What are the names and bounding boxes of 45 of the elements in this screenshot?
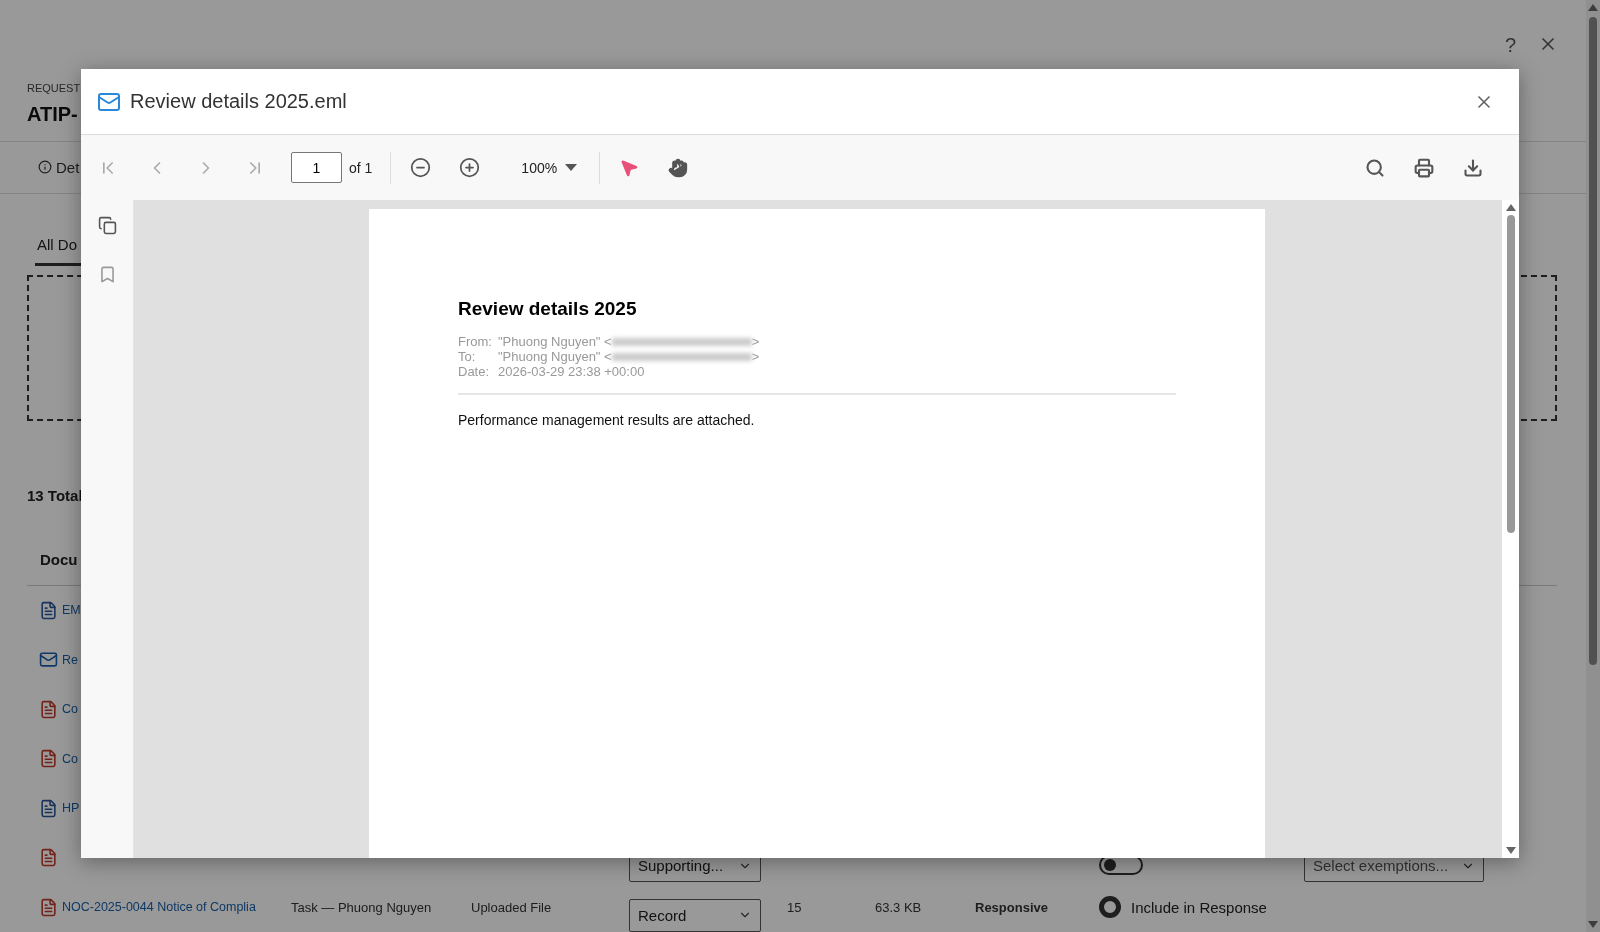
origin-cell-text: Uploaded File	[471, 899, 553, 915]
radio-button[interactable]	[1099, 896, 1121, 919]
viewer-scrollbar[interactable]	[1502, 200, 1519, 858]
document-link[interactable]: NOC-2025-0044 Notice of Complia	[62, 900, 256, 915]
mail-icon	[39, 650, 58, 670]
column-header: Docu	[40, 550, 78, 568]
page-scrollbar[interactable]	[1586, 0, 1600, 932]
document-link[interactable]: Co	[62, 702, 78, 717]
pdf-document-icon	[39, 699, 58, 719]
pages-cell-text: 15	[787, 899, 803, 915]
size-cell-text: 63.3 KB	[875, 899, 923, 915]
email-subject: Review details 2025	[458, 298, 638, 320]
help-button[interactable]: ?	[1504, 34, 1516, 56]
page-number-input[interactable]: 1	[291, 152, 342, 183]
category-select[interactable]: Record	[629, 898, 761, 932]
page-count: of 1	[349, 159, 373, 176]
meta-value-end: >	[751, 334, 760, 349]
meta-label: From:	[458, 334, 492, 349]
pdf-document-icon	[39, 848, 58, 868]
thumbnails-icon[interactable]	[97, 216, 117, 235]
document-link[interactable]: Co	[62, 751, 78, 766]
info-icon	[38, 160, 52, 175]
dialog-title: Review details 2025.eml	[130, 90, 348, 113]
radio-label: Include in Response	[1131, 898, 1267, 916]
email-body: Performance management results are attached.	[458, 412, 756, 428]
meta-value: 2026-03-29 23:38 +00:00	[498, 364, 645, 379]
word-document-icon	[39, 798, 58, 818]
request-label: REQUEST	[27, 81, 81, 96]
caret-icon	[565, 163, 578, 172]
meta-value: "Phuong Nguyen" <	[498, 349, 612, 364]
meta-value-end: >	[751, 349, 760, 364]
pdf-document-icon	[39, 749, 58, 769]
document-link[interactable]: Re	[62, 652, 78, 667]
meta-label: Date:	[458, 364, 491, 379]
meta-label: To:	[458, 349, 477, 364]
document-link[interactable]: EM	[62, 603, 81, 618]
document-link[interactable]: HP	[62, 801, 80, 816]
status-cell-text: Responsive	[975, 899, 1049, 915]
word-document-icon	[39, 600, 58, 620]
meta-value: "Phuong Nguyen" <	[498, 334, 612, 349]
request-id: ATIP-	[27, 102, 79, 126]
source-cell-text: Task — Phuong Nguyen	[291, 899, 433, 915]
pdf-document-icon	[39, 897, 58, 917]
details-tab[interactable]: Det	[56, 158, 80, 176]
zoom-dropdown[interactable]: 100%	[517, 155, 582, 180]
